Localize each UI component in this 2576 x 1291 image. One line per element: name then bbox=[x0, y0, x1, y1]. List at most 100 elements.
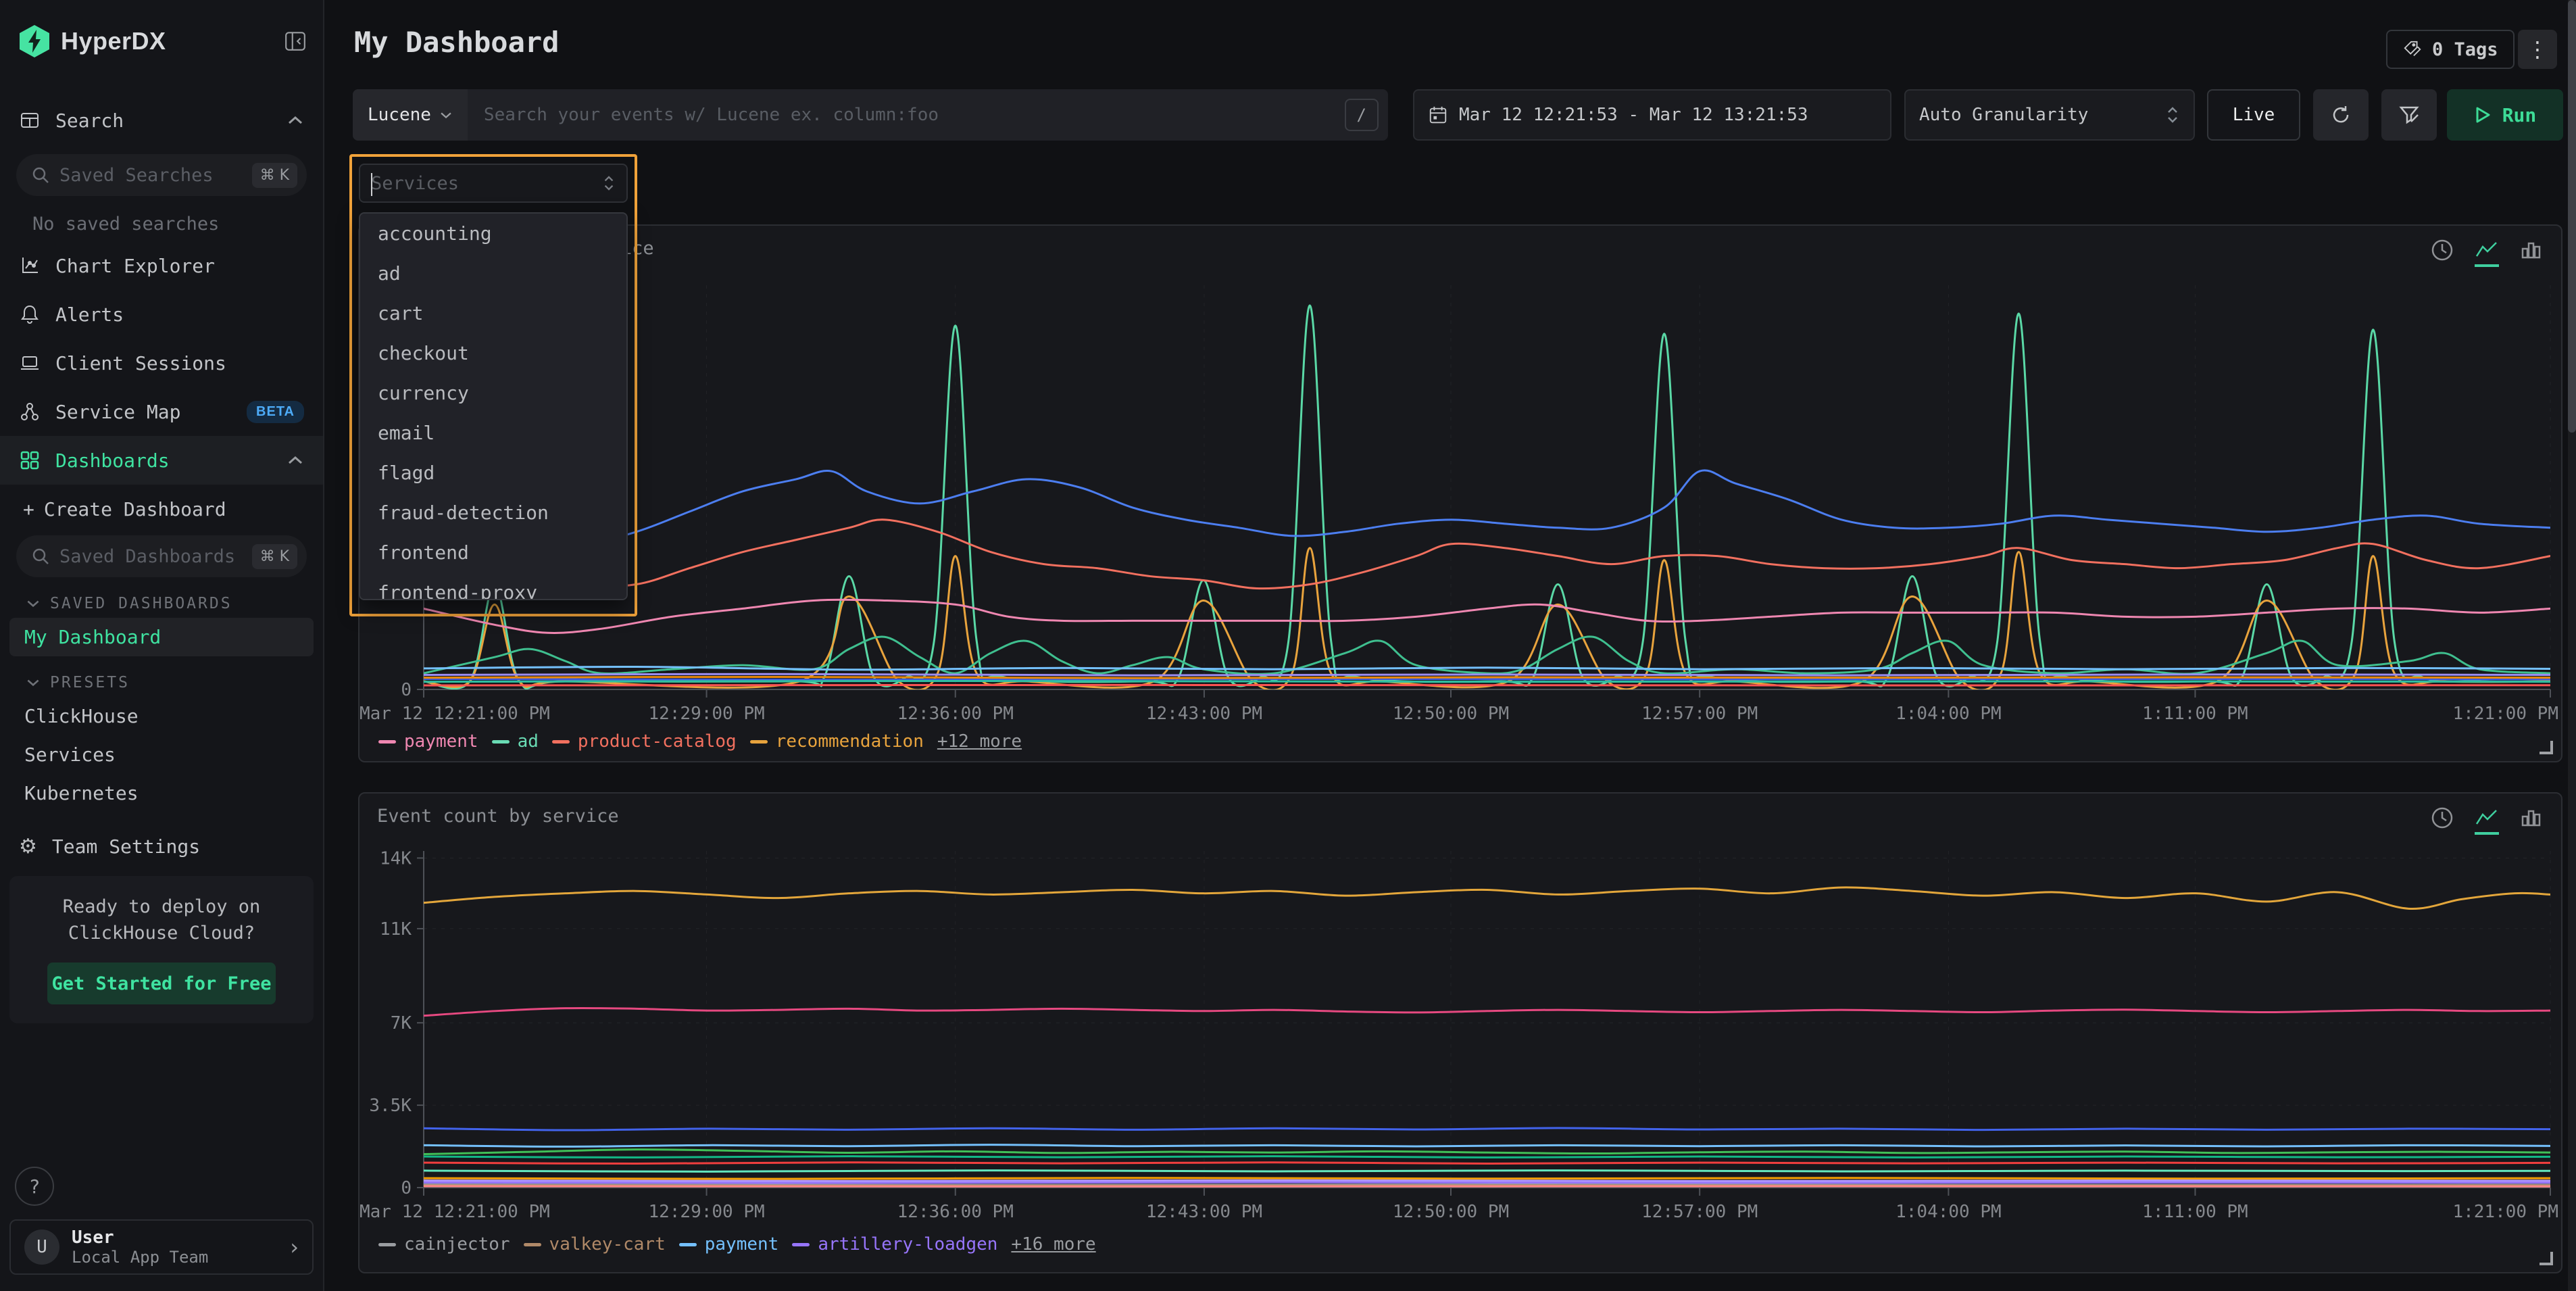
kebab-menu-button[interactable]: ⋮ bbox=[2518, 30, 2557, 69]
service-option[interactable]: frontend-proxy bbox=[360, 573, 626, 600]
cmd-k-shortcut: ⌘ K bbox=[252, 163, 297, 188]
user-team: Local App Team bbox=[72, 1248, 208, 1267]
tags-button[interactable]: 0 Tags bbox=[2386, 30, 2515, 69]
chevron-down-icon bbox=[26, 678, 41, 687]
plus-icon: + bbox=[23, 498, 34, 520]
legend-item[interactable]: valkey-cart bbox=[524, 1234, 666, 1255]
svg-text:12:36:00 PM: 12:36:00 PM bbox=[897, 704, 1014, 724]
line-chart-icon[interactable] bbox=[2475, 808, 2499, 835]
tags-button-label: 0 Tags bbox=[2432, 39, 2498, 60]
svg-text:12:43:00 PM: 12:43:00 PM bbox=[1146, 1202, 1262, 1222]
sidebar-item-label: Team Settings bbox=[52, 835, 304, 858]
saved-dashboards-search[interactable]: ⌘ K bbox=[16, 535, 307, 577]
slash-shortcut-badge: / bbox=[1345, 99, 1379, 131]
services-select[interactable] bbox=[359, 164, 628, 203]
service-option[interactable]: flagd bbox=[360, 453, 626, 493]
filter-button[interactable] bbox=[2381, 89, 2437, 141]
legend-item[interactable]: cainjector bbox=[378, 1234, 510, 1255]
chart-panel-event-count-1: Event count by service Mar 12 12:21:00 P… bbox=[358, 224, 2562, 762]
get-started-button[interactable]: Get Started for Free bbox=[47, 963, 276, 1004]
service-option[interactable]: accounting bbox=[360, 214, 626, 253]
legend-item[interactable]: payment bbox=[679, 1234, 779, 1255]
event-search-input[interactable] bbox=[468, 105, 1345, 125]
scrollbar-thumb[interactable] bbox=[2568, 0, 2576, 433]
presets-section-header[interactable]: PRESETS bbox=[0, 656, 323, 697]
help-button[interactable]: ? bbox=[15, 1167, 54, 1206]
services-filter-input[interactable] bbox=[371, 173, 602, 194]
sidebar-item-team-settings[interactable]: ⚙ Team Settings bbox=[0, 822, 323, 871]
svg-text:1:11:00 PM: 1:11:00 PM bbox=[2142, 1202, 2248, 1222]
sidebar-preset-kubernetes[interactable]: Kubernetes bbox=[0, 774, 323, 812]
chart-title: Event count by service bbox=[377, 806, 619, 827]
service-option[interactable]: currency bbox=[360, 373, 626, 413]
legend-item[interactable]: payment bbox=[378, 731, 478, 752]
service-option[interactable]: checkout bbox=[360, 333, 626, 373]
service-option[interactable]: cart bbox=[360, 293, 626, 333]
user-card[interactable]: U User Local App Team › bbox=[9, 1219, 314, 1275]
sidebar-preset-clickhouse[interactable]: ClickHouse bbox=[0, 697, 323, 735]
saved-dashboards-input[interactable] bbox=[59, 546, 243, 567]
sidebar-preset-services[interactable]: Services bbox=[0, 735, 323, 774]
bell-icon bbox=[19, 303, 41, 325]
scrollbar[interactable] bbox=[2568, 0, 2576, 1291]
section-header-label: SAVED DASHBOARDS bbox=[50, 595, 232, 612]
svg-text:11K: 11K bbox=[380, 919, 412, 940]
refresh-button[interactable] bbox=[2313, 89, 2369, 141]
panel-resize-handle[interactable] bbox=[2540, 1252, 2553, 1265]
service-option[interactable]: frontend bbox=[360, 533, 626, 573]
service-option[interactable]: ad bbox=[360, 253, 626, 293]
chart-canvas[interactable]: Mar 12 12:21:00 PM12:29:00 PM12:36:00 PM… bbox=[360, 844, 2561, 1223]
refresh-icon bbox=[2329, 103, 2352, 126]
services-options-list: accounting ad cart checkout currency ema… bbox=[359, 212, 628, 600]
line-chart-icon[interactable] bbox=[2475, 240, 2499, 267]
gear-icon: ⚙ bbox=[19, 835, 37, 858]
bar-chart-icon[interactable] bbox=[2519, 238, 2544, 269]
query-language-select[interactable]: Lucene bbox=[353, 89, 468, 141]
chevron-up-icon[interactable] bbox=[287, 455, 304, 466]
chevron-down-icon bbox=[439, 111, 453, 120]
run-button[interactable]: Run bbox=[2447, 89, 2563, 141]
sidebar-dashboard-my-dashboard[interactable]: My Dashboard bbox=[9, 618, 314, 656]
bar-chart-icon[interactable] bbox=[2519, 806, 2544, 837]
create-dashboard-button[interactable]: + Create Dashboard bbox=[0, 485, 323, 526]
sidebar-item-chart-explorer[interactable]: Chart Explorer bbox=[0, 241, 323, 290]
saved-searches-input[interactable] bbox=[59, 165, 243, 186]
chart-legend: payment ad product-catalog recommendatio… bbox=[378, 731, 1022, 752]
time-range-icon[interactable] bbox=[2430, 238, 2454, 269]
saved-dashboards-section-header[interactable]: SAVED DASHBOARDS bbox=[0, 577, 323, 618]
granularity-value: Auto Granularity bbox=[1919, 105, 2165, 125]
sidebar-item-label: Dashboards bbox=[55, 449, 272, 472]
service-option[interactable]: email bbox=[360, 413, 626, 453]
time-range-icon[interactable] bbox=[2430, 806, 2454, 837]
chart-canvas[interactable]: Mar 12 12:21:00 PM12:29:00 PM12:36:00 PM… bbox=[360, 278, 2561, 725]
sidebar-item-search[interactable]: Search bbox=[0, 96, 323, 145]
granularity-select[interactable]: Auto Granularity bbox=[1904, 89, 2195, 141]
date-range-value: Mar 12 12:21:53 - Mar 12 13:21:53 bbox=[1459, 105, 1808, 125]
chevron-up-icon[interactable] bbox=[287, 115, 304, 126]
saved-searches-search[interactable]: ⌘ K bbox=[16, 154, 307, 196]
sidebar-item-client-sessions[interactable]: Client Sessions bbox=[0, 339, 323, 387]
legend-item[interactable]: artillery-loadgen bbox=[792, 1234, 997, 1255]
create-dashboard-label: Create Dashboard bbox=[44, 498, 226, 520]
sidebar-item-alerts[interactable]: Alerts bbox=[0, 290, 323, 339]
svg-text:0: 0 bbox=[401, 1178, 412, 1198]
legend-more-link[interactable]: +16 more bbox=[1011, 1234, 1095, 1255]
sidebar-item-dashboards[interactable]: Dashboards bbox=[0, 436, 323, 485]
chart-explorer-icon bbox=[19, 255, 41, 276]
hyperdx-logo-icon bbox=[19, 24, 50, 58]
user-name: User bbox=[72, 1227, 208, 1248]
date-range-picker[interactable]: Mar 12 12:21:53 - Mar 12 13:21:53 bbox=[1413, 89, 1891, 141]
legend-item[interactable]: product-catalog bbox=[552, 731, 737, 752]
funnel-edit-icon bbox=[2398, 103, 2421, 126]
svg-text:3.5K: 3.5K bbox=[369, 1096, 412, 1116]
svg-text:1:04:00 PM: 1:04:00 PM bbox=[1896, 704, 2002, 724]
sidebar-collapse-icon[interactable] bbox=[284, 30, 307, 53]
legend-more-link[interactable]: +12 more bbox=[937, 731, 1022, 752]
live-button[interactable]: Live bbox=[2207, 89, 2300, 141]
legend-item[interactable]: recommendation bbox=[750, 731, 924, 752]
service-option[interactable]: fraud-detection bbox=[360, 493, 626, 533]
dashboards-grid-icon bbox=[19, 449, 41, 471]
sidebar-item-service-map[interactable]: Service Map BETA bbox=[0, 387, 323, 436]
legend-item[interactable]: ad bbox=[492, 731, 539, 752]
panel-resize-handle[interactable] bbox=[2540, 741, 2553, 754]
